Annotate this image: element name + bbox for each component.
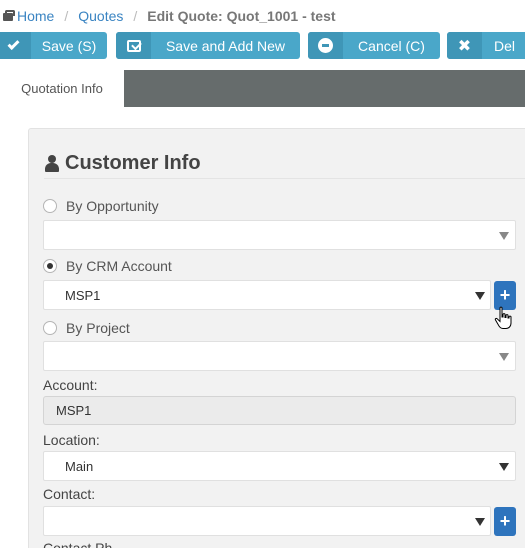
- location-label: Location:: [43, 432, 100, 448]
- crm-account-select-value: MSP1: [65, 287, 101, 303]
- account-field: MSP1: [43, 396, 516, 425]
- tab-bar-background: [124, 70, 525, 107]
- breadcrumb-separator: /: [64, 8, 69, 24]
- breadcrumb-separator: /: [133, 8, 138, 24]
- radio-by-project-label: By Project: [66, 320, 130, 336]
- breadcrumb-home-link[interactable]: Home: [17, 8, 54, 24]
- chevron-down-icon: [499, 232, 509, 240]
- customer-info-panel: Customer Info: [28, 128, 525, 548]
- plus-icon: +: [499, 511, 511, 531]
- breadcrumb-quotes-link[interactable]: Quotes: [78, 8, 123, 24]
- save-and-add-new-label: Save and Add New: [165, 37, 286, 54]
- account-label: Account:: [43, 377, 98, 393]
- home-icon[interactable]: [2, 10, 15, 22]
- project-select[interactable]: [43, 341, 516, 371]
- tab-quotation-info[interactable]: Quotation Info: [0, 70, 124, 107]
- tab-bar: Quotation Info: [0, 70, 525, 107]
- check-icon: [0, 32, 31, 59]
- radio-by-project[interactable]: [43, 321, 57, 335]
- chevron-down-icon: [475, 292, 485, 300]
- panel-header: Customer Info: [44, 149, 525, 179]
- location-select-value: Main: [65, 458, 94, 474]
- location-select[interactable]: Main: [43, 451, 516, 481]
- chevron-down-icon: [475, 518, 485, 526]
- chevron-down-icon: [499, 463, 509, 471]
- checkbox-icon: [116, 32, 151, 59]
- breadcrumb-current: Edit Quote: Quot_1001 - test: [147, 8, 336, 24]
- breadcrumb: Home / Quotes / Edit Quote: Quot_1001 - …: [0, 6, 336, 26]
- save-and-add-new-button[interactable]: Save and Add New: [116, 32, 300, 59]
- plus-icon: +: [499, 285, 511, 305]
- close-icon: ✖: [447, 32, 482, 59]
- delete-button-label: Del: [494, 37, 516, 54]
- save-button-label: Save (S): [41, 37, 97, 54]
- radio-by-opportunity[interactable]: [43, 199, 57, 213]
- contact-label: Contact:: [43, 486, 96, 502]
- delete-button[interactable]: ✖ Del: [447, 32, 525, 59]
- hand-cursor-icon: [494, 306, 512, 329]
- save-button[interactable]: Save (S): [0, 32, 107, 59]
- radio-by-project-row[interactable]: By Project: [43, 318, 130, 338]
- cancel-button-label: Cancel (C): [358, 37, 425, 54]
- radio-by-crm-account-label: By CRM Account: [66, 258, 172, 274]
- radio-by-opportunity-row[interactable]: By Opportunity: [43, 196, 159, 216]
- contact-phone-label: Contact Ph: [43, 540, 113, 548]
- add-contact-button[interactable]: +: [494, 507, 516, 536]
- user-icon: [44, 155, 60, 172]
- radio-by-crm-account[interactable]: [43, 259, 57, 273]
- radio-by-crm-account-row[interactable]: By CRM Account: [43, 256, 172, 276]
- account-value: MSP1: [56, 403, 92, 418]
- chevron-down-icon: [499, 353, 509, 361]
- opportunity-select[interactable]: [43, 220, 516, 250]
- radio-by-opportunity-label: By Opportunity: [66, 198, 159, 214]
- crm-account-select[interactable]: MSP1: [43, 280, 491, 310]
- minus-circle-icon: [308, 32, 343, 59]
- contact-select[interactable]: [43, 506, 491, 536]
- panel-title: Customer Info: [65, 152, 201, 174]
- cancel-button[interactable]: Cancel (C): [308, 32, 440, 59]
